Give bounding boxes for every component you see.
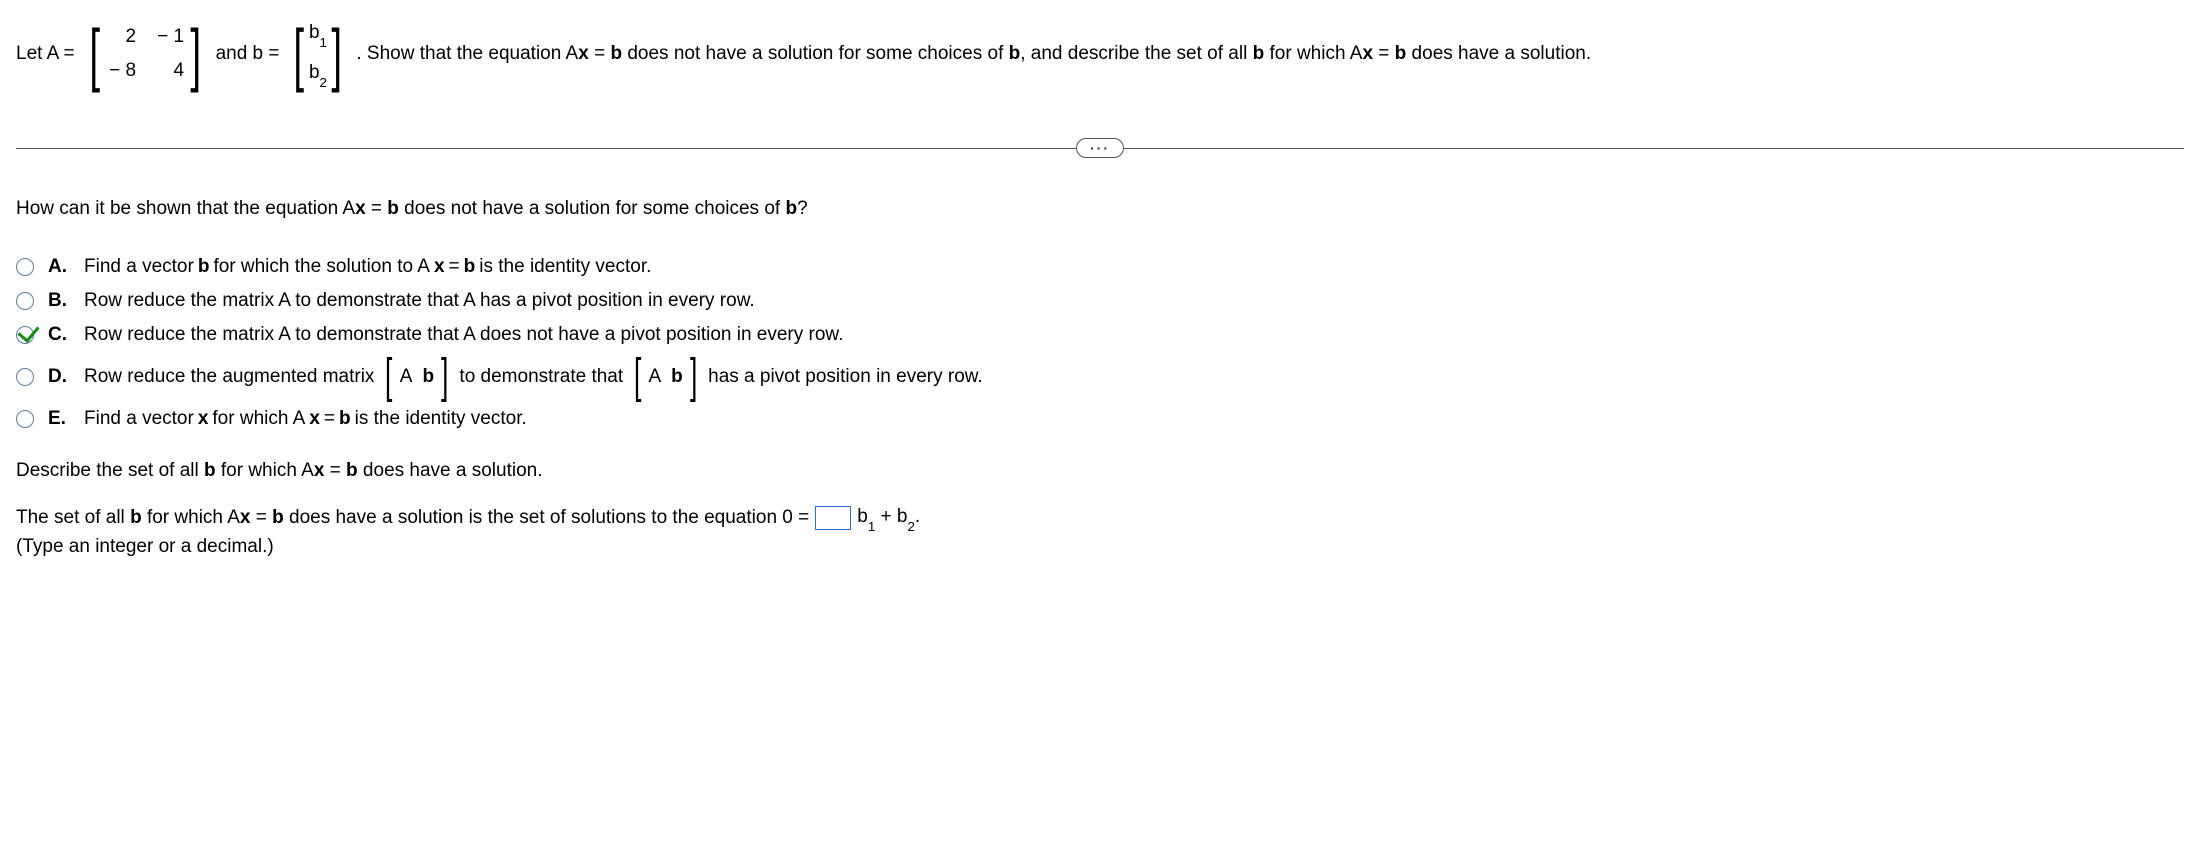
matrix-cell: 2 bbox=[106, 26, 136, 48]
option-a[interactable]: A. Find a vector b for which the solutio… bbox=[16, 256, 2184, 278]
option-text: Row reduce the augmented matrix [ Ab ] t… bbox=[84, 358, 983, 396]
matrix-cell: − 8 bbox=[106, 60, 136, 82]
option-d-pre: Row reduce the augmented matrix bbox=[84, 366, 374, 388]
option-label: C. bbox=[48, 324, 70, 346]
matrix-a-content: 2 − 1 − 8 4 bbox=[104, 20, 186, 88]
option-c[interactable]: C. Row reduce the matrix A to demonstrat… bbox=[16, 324, 2184, 346]
augmented-matrix-1: [ Ab ] bbox=[382, 358, 451, 396]
option-text: Find a vector b for which the solution t… bbox=[84, 256, 651, 278]
vector-cell: b2 bbox=[309, 62, 327, 86]
bracket-left-icon: [ bbox=[294, 26, 305, 82]
bracket-right-icon: ] bbox=[190, 26, 201, 82]
answer-hint: (Type an integer or a decimal.) bbox=[16, 536, 2184, 558]
answer-pre: The set of all b for which Ax = b does h… bbox=[16, 507, 809, 529]
bracket-right-icon: ] bbox=[331, 26, 342, 82]
expand-button[interactable]: ··· bbox=[1076, 138, 1124, 158]
options-list: A. Find a vector b for which the solutio… bbox=[16, 256, 2184, 430]
augmented-matrix-2: [ Ab ] bbox=[631, 358, 700, 396]
and-b-text: and b = bbox=[216, 43, 280, 65]
option-b[interactable]: B. Row reduce the matrix A to demonstrat… bbox=[16, 290, 2184, 312]
matrix-cell: 4 bbox=[154, 60, 184, 82]
answer-line: The set of all b for which Ax = b does h… bbox=[16, 506, 2184, 530]
option-d-mid: to demonstrate that bbox=[459, 366, 623, 388]
aug-cell: b bbox=[671, 366, 683, 388]
aug-cell: A bbox=[400, 366, 413, 388]
aug-cell: b bbox=[422, 366, 434, 388]
matrix-cell: − 1 bbox=[154, 26, 184, 48]
option-label: B. bbox=[48, 290, 70, 312]
option-text: Row reduce the matrix A to demonstrate t… bbox=[84, 324, 843, 346]
vector-cell: b1 bbox=[309, 22, 327, 46]
matrix-a: [ 2 − 1 − 8 4 ] bbox=[85, 20, 206, 88]
option-label: E. bbox=[48, 408, 70, 430]
bracket-right-icon: ] bbox=[690, 358, 697, 396]
question-text: How can it be shown that the equation Ax… bbox=[16, 198, 2184, 220]
vector-b-content: b1 b2 bbox=[309, 22, 327, 86]
vector-b: [ b1 b2 ] bbox=[289, 22, 346, 86]
radio-a[interactable] bbox=[16, 258, 34, 276]
option-text: Find a vector x for which Ax = b is the … bbox=[84, 408, 527, 430]
answer-input[interactable] bbox=[815, 506, 851, 530]
describe-heading: Describe the set of all b for which Ax =… bbox=[16, 460, 2184, 482]
bracket-left-icon: [ bbox=[89, 26, 100, 82]
radio-d[interactable] bbox=[16, 368, 34, 386]
section-divider: ··· bbox=[16, 138, 2184, 158]
problem-after-text: . Show that the equation Ax = b does not… bbox=[356, 43, 1591, 65]
option-d-post: has a pivot position in every row. bbox=[708, 366, 983, 388]
option-e[interactable]: E. Find a vector x for which Ax = b is t… bbox=[16, 408, 2184, 430]
bracket-left-icon: [ bbox=[634, 358, 641, 396]
answer-post: b1 + b2. bbox=[857, 506, 920, 530]
option-label: D. bbox=[48, 366, 70, 388]
problem-statement: Let A = [ 2 − 1 − 8 4 ] and b = [ b1 b2 … bbox=[16, 20, 2184, 88]
aug-cell: A bbox=[648, 366, 661, 388]
radio-e[interactable] bbox=[16, 410, 34, 428]
radio-c[interactable] bbox=[16, 326, 34, 344]
bracket-left-icon: [ bbox=[385, 358, 392, 396]
radio-b[interactable] bbox=[16, 292, 34, 310]
ellipsis-icon: ··· bbox=[1090, 140, 1110, 156]
option-label: A. bbox=[48, 256, 70, 278]
option-d[interactable]: D. Row reduce the augmented matrix [ Ab … bbox=[16, 358, 2184, 396]
bracket-right-icon: ] bbox=[441, 358, 448, 396]
let-a-text: Let A = bbox=[16, 43, 75, 65]
option-text: Row reduce the matrix A to demonstrate t… bbox=[84, 290, 755, 312]
